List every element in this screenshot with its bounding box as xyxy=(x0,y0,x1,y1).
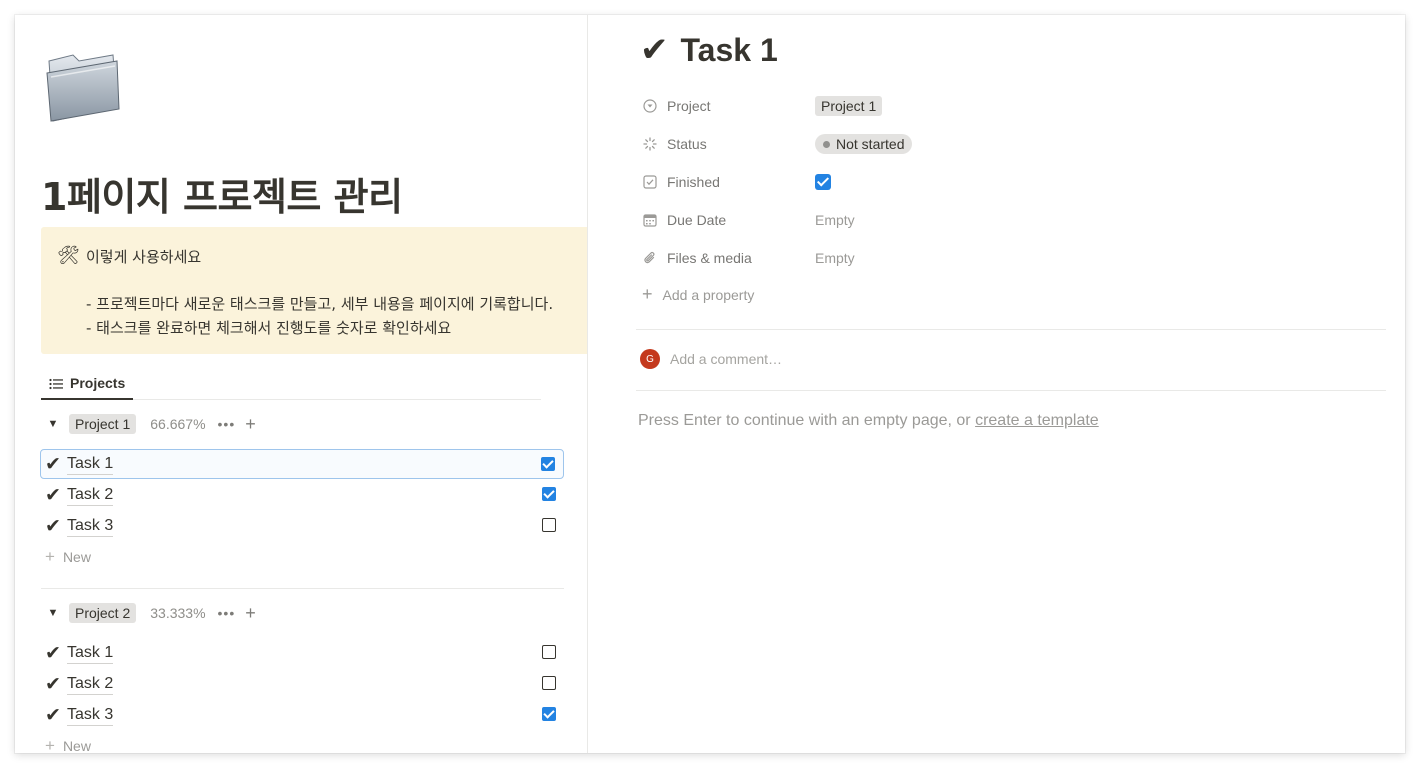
task-title-text[interactable]: Task 1 xyxy=(681,32,778,69)
group-header-project-1: ▼ Project 1 66.667% ••• + xyxy=(45,412,256,436)
plus-icon: + xyxy=(45,736,55,753)
collapse-toggle-icon[interactable]: ▼ xyxy=(45,418,61,430)
list-item[interactable]: ✔ Task 3 xyxy=(41,511,564,541)
status-text: Not started xyxy=(836,136,905,152)
property-label: Status xyxy=(667,136,707,152)
empty-hint-text: Press Enter to continue with an empty pa… xyxy=(638,412,976,429)
group-divider xyxy=(41,588,564,589)
task-name[interactable]: Task 1 xyxy=(67,643,114,664)
group-header-project-2: ▼ Project 2 33.333% ••• + xyxy=(45,601,256,625)
tab-projects[interactable]: Projects xyxy=(41,368,133,400)
check-mark-icon: ✔ xyxy=(45,642,61,664)
new-item-button[interactable]: + New xyxy=(45,735,91,753)
more-options-icon[interactable]: ••• xyxy=(218,416,236,432)
property-project[interactable]: Project Project 1 xyxy=(642,91,1382,121)
more-options-icon[interactable]: ••• xyxy=(218,605,236,621)
paperclip-icon xyxy=(642,250,658,266)
group-progress: 33.333% xyxy=(150,605,206,621)
divider xyxy=(636,329,1386,330)
comment-input-row[interactable]: G Add a comment… xyxy=(640,349,782,369)
finished-checkbox[interactable] xyxy=(542,707,556,721)
callout-line: - 태스크를 완료하면 체크해서 진행도를 숫자로 확인하세요 xyxy=(86,319,452,337)
avatar: G xyxy=(640,349,660,369)
property-files-media[interactable]: Files & media Empty xyxy=(642,243,1382,273)
page-title[interactable]: 1페이지 프로젝트 관리 xyxy=(41,166,403,221)
task-name[interactable]: Task 2 xyxy=(67,674,114,695)
check-mark-icon: ✔ xyxy=(45,515,61,537)
empty-page-hint: Press Enter to continue with an empty pa… xyxy=(638,412,1099,430)
files-media-value[interactable]: Empty xyxy=(815,250,855,266)
task-title[interactable]: ✔ Task 1 xyxy=(640,30,778,70)
task-name[interactable]: Task 3 xyxy=(67,516,114,537)
finished-checkbox[interactable] xyxy=(542,487,556,501)
task-name[interactable]: Task 2 xyxy=(67,485,114,506)
list-item[interactable]: ✔ Task 2 xyxy=(41,480,564,510)
relation-icon xyxy=(642,98,658,114)
database-view-tabs: Projects xyxy=(41,368,541,400)
property-label: Files & media xyxy=(667,250,752,266)
calendar-icon xyxy=(642,212,658,228)
property-label: Project xyxy=(667,98,711,114)
property-label: Finished xyxy=(667,174,720,190)
new-label: New xyxy=(62,549,91,565)
finished-checkbox[interactable] xyxy=(541,457,555,471)
callout-heading: 이렇게 사용하세요 xyxy=(86,248,202,266)
database-page-pane: 1페이지 프로젝트 관리 🛠 이렇게 사용하세요 - 프로젝트마다 새로운 태스… xyxy=(15,15,587,753)
list-item[interactable]: ✔ Task 3 xyxy=(41,700,564,730)
add-item-icon[interactable]: + xyxy=(245,415,256,433)
property-status[interactable]: Status Not started xyxy=(642,129,1382,159)
project-relation-value[interactable]: Project 1 xyxy=(815,96,883,116)
list-icon xyxy=(49,377,63,390)
finished-checkbox[interactable] xyxy=(542,645,556,659)
finished-checkbox[interactable] xyxy=(542,518,556,532)
callout-block[interactable]: 🛠 이렇게 사용하세요 - 프로젝트마다 새로운 태스크를 만들고, 세부 내용… xyxy=(41,227,587,354)
task-peek-pane: ✔ Task 1 Project Project 1 Status Not st… xyxy=(588,15,1405,753)
task-name[interactable]: Task 3 xyxy=(67,705,114,726)
check-mark-icon: ✔ xyxy=(45,704,61,726)
new-label: New xyxy=(62,738,91,753)
status-icon xyxy=(642,136,658,152)
group-tag: Project 2 xyxy=(69,603,137,623)
add-property-button[interactable]: + Add a property xyxy=(642,284,754,305)
collapse-toggle-icon[interactable]: ▼ xyxy=(45,607,61,619)
check-mark-icon[interactable]: ✔ xyxy=(640,30,669,70)
plus-icon: + xyxy=(45,547,55,566)
plus-icon: + xyxy=(642,284,653,304)
property-due-date[interactable]: Due Date Empty xyxy=(642,205,1382,235)
group-tag: Project 1 xyxy=(69,414,137,434)
notion-window: 1페이지 프로젝트 관리 🛠 이렇게 사용하세요 - 프로젝트마다 새로운 태스… xyxy=(15,15,1405,753)
finished-checkbox[interactable] xyxy=(542,676,556,690)
checkbox-icon xyxy=(642,174,658,190)
folder-icon[interactable] xyxy=(43,47,123,123)
add-property-label: Add a property xyxy=(662,286,755,303)
add-item-icon[interactable]: + xyxy=(245,604,256,622)
tab-label: Projects xyxy=(70,375,126,391)
callout-line: - 프로젝트마다 새로운 태스크를 만들고, 세부 내용을 페이지에 기록합니다… xyxy=(86,295,554,313)
hammer-and-wrench-icon[interactable]: 🛠 xyxy=(57,245,80,266)
check-mark-icon: ✔ xyxy=(45,453,61,475)
create-template-link[interactable]: create a template xyxy=(975,412,1099,429)
list-item[interactable]: ✔ Task 1 xyxy=(41,638,564,668)
status-badge[interactable]: Not started xyxy=(815,134,913,154)
new-item-button[interactable]: + New xyxy=(45,546,91,568)
list-item[interactable]: ✔ Task 1 xyxy=(40,449,564,479)
check-mark-icon: ✔ xyxy=(45,484,61,506)
status-dot-icon xyxy=(823,140,830,148)
finished-checkbox[interactable] xyxy=(815,174,831,190)
comment-input[interactable]: Add a comment… xyxy=(670,351,782,367)
property-label: Due Date xyxy=(667,212,727,228)
list-item[interactable]: ✔ Task 2 xyxy=(41,669,564,699)
property-finished[interactable]: Finished xyxy=(642,167,1382,197)
divider xyxy=(636,390,1386,391)
check-mark-icon: ✔ xyxy=(45,673,61,695)
due-date-value[interactable]: Empty xyxy=(815,212,855,228)
group-progress: 66.667% xyxy=(150,416,206,432)
task-name[interactable]: Task 1 xyxy=(67,454,114,475)
